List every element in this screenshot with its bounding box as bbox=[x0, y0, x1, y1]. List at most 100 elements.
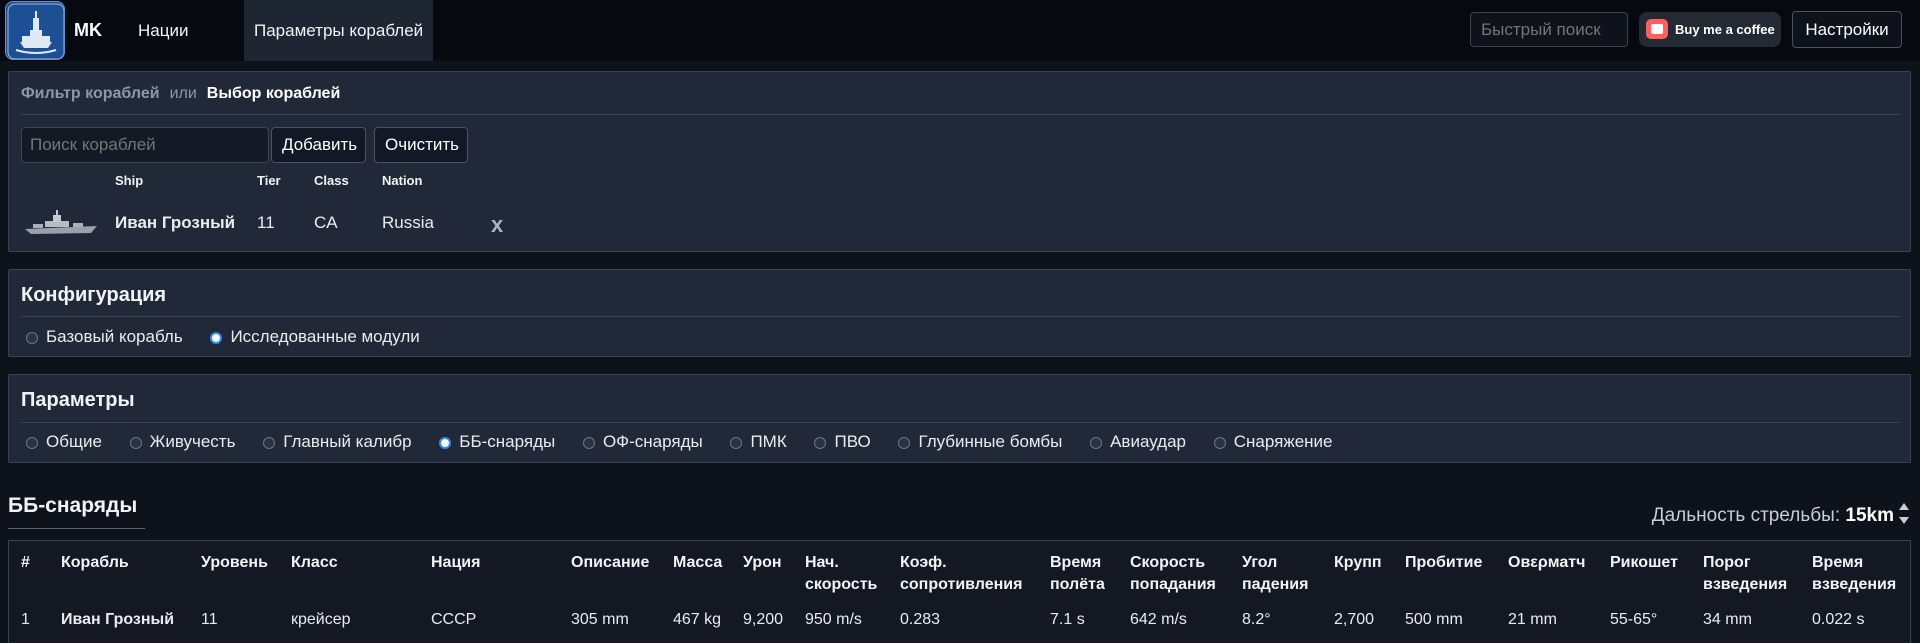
column-header-nation[interactable]: Нация bbox=[431, 552, 480, 574]
radio-ap-shells[interactable]: ББ-снаряды bbox=[439, 432, 555, 452]
radio-main-battery[interactable]: Главный калибр bbox=[263, 432, 412, 452]
column-header-text: Угол bbox=[1242, 554, 1278, 571]
radio-airstrike[interactable]: Авиаудар bbox=[1090, 432, 1186, 452]
column-header-text: Корабль bbox=[61, 554, 129, 571]
column-header-text: Описание bbox=[571, 554, 650, 571]
radio-label: Живучесть bbox=[149, 432, 236, 451]
firing-range: Дальность стрельбы: 15km bbox=[1652, 505, 1894, 527]
radio-icon bbox=[898, 437, 911, 449]
buy-me-a-coffee-button[interactable]: Buy me a coffee bbox=[1639, 12, 1781, 47]
settings-button[interactable]: Настройки bbox=[1792, 11, 1902, 48]
remove-ship-button[interactable]: x bbox=[491, 212, 503, 238]
radio-secondaries[interactable]: ПМК bbox=[730, 432, 787, 452]
radio-icon bbox=[814, 437, 827, 449]
radio-survivability[interactable]: Живучесть bbox=[129, 432, 236, 452]
firing-range-label: Дальность стрельбы: bbox=[1651, 505, 1841, 526]
radio-icon bbox=[1213, 437, 1226, 449]
radio-label: Снаряжение bbox=[1233, 432, 1333, 451]
radio-selected-icon bbox=[439, 437, 452, 449]
tab-ship-filter[interactable]: Фильтр кораблей bbox=[21, 85, 160, 102]
radio-icon bbox=[26, 437, 38, 449]
column-header-text: # bbox=[21, 554, 30, 571]
column-header-mass[interactable]: Масса bbox=[673, 552, 722, 574]
column-header-flight-time[interactable]: Время полёта bbox=[1050, 552, 1105, 596]
section-title: ББ-снаряды bbox=[8, 494, 138, 517]
column-header-text: Пробитие bbox=[1405, 554, 1483, 571]
table-cell-ship[interactable]: Иван Грозный bbox=[61, 611, 174, 629]
ap-shells-table: # Корабль Уровень Класс Нация Описание Масса Ур… bbox=[8, 540, 1911, 643]
table-cell-tier: 11 bbox=[201, 611, 218, 628]
nav-link-ship-params[interactable]: Параметры кораблей bbox=[244, 0, 434, 61]
column-header-text: Время bbox=[1812, 554, 1864, 571]
column-header-drag-coef[interactable]: Коэф. сопротивления bbox=[900, 552, 1022, 596]
radio-label: ББ-снаряды bbox=[459, 432, 556, 451]
radio-consumables[interactable]: Снаряжение bbox=[1213, 432, 1333, 452]
column-header-impact-angle[interactable]: Угол падения bbox=[1242, 552, 1308, 596]
table-cell-index: 1 bbox=[21, 611, 30, 628]
radio-icon bbox=[582, 437, 595, 449]
battleship-logo-icon[interactable] bbox=[5, 1, 65, 60]
radio-depth-charges[interactable]: Глубинные бомбы bbox=[898, 432, 1062, 452]
table-cell-description: 305 mm bbox=[571, 611, 629, 628]
table-cell-flight-time: 7.1 s bbox=[1050, 611, 1085, 628]
tab-separator: или bbox=[169, 85, 197, 102]
column-header-damage[interactable]: Урон bbox=[743, 552, 782, 574]
header-tier: Tier bbox=[257, 173, 281, 188]
column-header-text: попадания bbox=[1130, 576, 1216, 593]
add-ship-button[interactable]: Добавить bbox=[271, 127, 366, 163]
column-header-ricochet[interactable]: Рикошет bbox=[1610, 552, 1678, 574]
firing-range-value: 15km bbox=[1845, 505, 1894, 526]
radio-icon bbox=[730, 437, 743, 449]
radio-base-ship[interactable]: Базовый корабль bbox=[26, 327, 183, 347]
radio-label: Главный калибр bbox=[283, 432, 412, 451]
filter-tabs: Фильтр кораблей или Выбор кораблей bbox=[21, 85, 340, 103]
column-header-description[interactable]: Описание bbox=[571, 552, 649, 574]
quick-search-input[interactable] bbox=[1470, 12, 1628, 47]
tab-ship-select[interactable]: Выбор кораблей bbox=[207, 85, 341, 102]
column-header-fuse-threshold[interactable]: Порог взведения bbox=[1703, 552, 1787, 596]
radio-label: Исследованные модули bbox=[230, 327, 420, 346]
column-header-impact-velocity[interactable]: Скорость попадания bbox=[1130, 552, 1216, 596]
column-header-text: Время bbox=[1050, 554, 1102, 571]
ship-search-input[interactable] bbox=[21, 127, 269, 163]
column-header-text: Крупп bbox=[1334, 554, 1382, 571]
radio-general[interactable]: Общие bbox=[26, 432, 102, 452]
column-header-text: Нация bbox=[431, 554, 481, 571]
radio-researched-modules[interactable]: Исследованные модули bbox=[210, 327, 420, 347]
brand-name[interactable]: MK bbox=[74, 20, 102, 41]
divider bbox=[21, 114, 1900, 115]
clear-ships-button[interactable]: Очистить bbox=[374, 127, 468, 163]
selected-ship-nation: Russia bbox=[382, 213, 434, 232]
parameters-panel: Параметры Общие Живучесть Главный калибр… bbox=[8, 374, 1911, 463]
column-header-penetration[interactable]: Пробитие bbox=[1405, 552, 1482, 574]
column-header-krupp[interactable]: Крупп bbox=[1334, 552, 1382, 574]
table-cell-impact-velocity: 642 m/s bbox=[1130, 611, 1187, 628]
column-header-initial-velocity[interactable]: Нач. скорость bbox=[805, 552, 877, 596]
column-header-index[interactable]: # bbox=[21, 552, 30, 574]
column-header-class[interactable]: Класс bbox=[291, 552, 338, 574]
column-header-text: падения bbox=[1242, 576, 1309, 593]
table-cell-impact-angle: 8.2° bbox=[1242, 611, 1271, 628]
table-cell-initial-velocity: 950 m/s bbox=[805, 611, 862, 628]
range-stepper-icon[interactable] bbox=[1898, 500, 1910, 528]
column-header-tier[interactable]: Уровень bbox=[201, 552, 268, 574]
radio-he-shells[interactable]: ОФ-снаряды bbox=[582, 432, 703, 452]
nav-link-nations[interactable]: Нации bbox=[138, 0, 188, 61]
section-underline bbox=[8, 528, 145, 529]
table-cell-damage: 9,200 bbox=[743, 611, 784, 628]
parameters-title: Параметры bbox=[21, 389, 135, 411]
selected-ship-name[interactable]: Иван Грозный bbox=[115, 213, 235, 233]
column-header-fuse-time[interactable]: Время взведения bbox=[1812, 552, 1896, 596]
column-header-ship[interactable]: Корабль bbox=[61, 552, 129, 574]
configuration-options: Базовый корабль Исследованные модули bbox=[26, 327, 443, 347]
column-header-overmatch[interactable]: Овερматч bbox=[1508, 552, 1585, 574]
column-header-text: полёта bbox=[1050, 576, 1105, 593]
radio-label: Авиаудар bbox=[1110, 432, 1186, 451]
column-header-text: взведения bbox=[1703, 576, 1788, 593]
divider bbox=[21, 422, 1900, 423]
selected-ship-tier: 11 bbox=[257, 213, 275, 232]
header-ship: Ship bbox=[115, 173, 144, 188]
radio-aa[interactable]: ПВО bbox=[814, 432, 871, 452]
radio-label: ОФ-снаряды bbox=[602, 432, 703, 451]
column-header-text: сопротивления bbox=[900, 576, 1023, 593]
